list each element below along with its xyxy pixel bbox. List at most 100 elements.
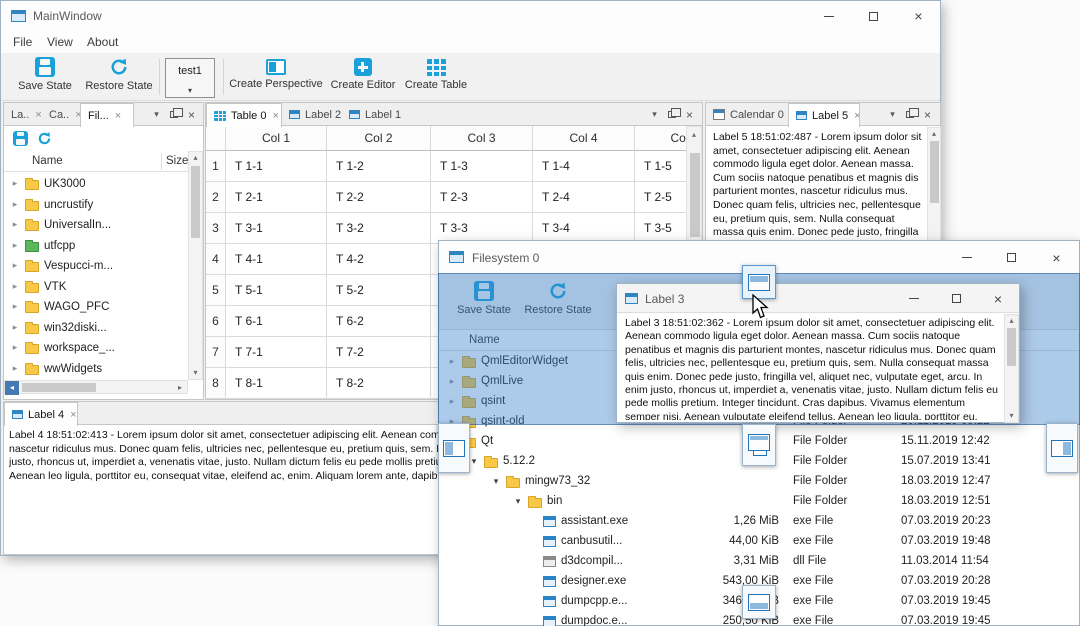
menu-view[interactable]: View [41,31,79,53]
scrollbar-thumb[interactable] [690,153,700,237]
table-cell[interactable]: T 1-5 [635,151,686,182]
chevron-right-icon[interactable]: ▸ [10,260,20,271]
fs-tree-row[interactable]: ▾ bin File Folder 18.03.2019 12:51 [439,491,1079,511]
close-icon[interactable]: × [854,110,859,122]
row-header[interactable]: 6 [206,306,226,337]
tree-item[interactable]: ▸ UniversalIn... [4,214,188,235]
create-editor-button[interactable]: Create Editor [327,57,399,91]
chevron-right-icon[interactable]: ▸ [10,219,20,230]
chevron-right-icon[interactable]: ▸ [10,322,20,333]
menu-about[interactable]: About [81,31,124,53]
table-cell[interactable]: T 2-3 [431,182,533,213]
scroll-up-icon[interactable]: ▴ [189,152,202,164]
tab-filesystem[interactable]: Fil... × [80,103,134,127]
close-button[interactable]: × [1034,241,1079,274]
tab-label2[interactable]: Label 2 [282,103,342,126]
vertical-scrollbar[interactable]: ▴ ▾ [188,151,203,380]
tabs-menu-button[interactable]: ▾ [884,106,901,123]
chevron-right-icon[interactable]: ▸ [10,301,20,312]
perspective-combo[interactable]: test1 ▾ [165,58,215,98]
column-header[interactable]: Col 5 [635,126,686,151]
tree-item[interactable]: ▸ win32diski... [4,317,188,338]
close-icon[interactable]: × [70,409,76,421]
scrollbar-thumb[interactable] [22,383,96,392]
table-cell[interactable]: T 2-5 [635,182,686,213]
scroll-up-icon[interactable]: ▴ [928,128,940,140]
save-state-button[interactable]: Save State [13,57,77,92]
table-cell[interactable]: T 1-4 [533,151,635,182]
maximize-button[interactable] [935,284,977,313]
save-state-icon[interactable] [13,131,28,146]
table-cell[interactable]: T 2-1 [226,182,327,213]
scroll-up-icon[interactable]: ▴ [687,129,701,141]
table-cell[interactable]: T 3-2 [327,213,431,244]
column-header[interactable]: Col 3 [431,126,533,151]
close-icon[interactable]: × [272,110,278,122]
fs-tree-row[interactable]: d3dcompil... 3,31 MiB dll File 11.03.2014 1… [439,551,1079,571]
chevron-right-icon[interactable]: ▸ [10,199,20,210]
fs-tree-row[interactable]: ▾ mingw73_32 File Folder 18.03.2019 12:47 [439,471,1079,491]
chevron-down-icon[interactable]: ▾ [469,456,479,467]
tab-calendar0[interactable]: Calendar 0 [706,103,788,126]
horizontal-scrollbar[interactable]: ◂ ▸ [4,380,188,395]
close-dock-button[interactable]: × [681,106,698,123]
tree-item[interactable]: ▸ Vespucci-m... [4,255,188,276]
minimize-button[interactable] [806,1,851,31]
chevron-down-icon[interactable]: ▾ [513,496,523,507]
close-icon[interactable]: × [35,109,41,121]
tab-calendar[interactable]: Ca.. × [42,103,80,126]
fs-tree-row[interactable]: canbusutil... 44,00 KiB exe File 07.03.2019… [439,531,1079,551]
column-header[interactable]: Col 2 [327,126,431,151]
table-cell[interactable]: T 5-2 [327,275,431,306]
table-cell[interactable]: T 4-2 [327,244,431,275]
fs-tree-row[interactable]: assistant.exe 1,26 MiB exe File 07.03.2019 … [439,511,1079,531]
close-dock-button[interactable]: × [183,106,200,123]
row-header[interactable]: 2 [206,182,226,213]
scrollbar-thumb[interactable] [191,166,200,238]
tree-item[interactable]: ▸ VTK [4,276,188,297]
table-cell[interactable]: T 1-2 [327,151,431,182]
column-name[interactable]: Name [32,155,63,167]
table-cell[interactable]: T 6-1 [226,306,327,337]
column-header[interactable]: Col 1 [226,126,327,151]
close-icon[interactable]: × [115,110,121,122]
main-titlebar[interactable]: MainWindow × [1,1,940,31]
float-dock-button[interactable] [663,106,681,123]
chevron-right-icon[interactable]: ▸ [10,178,20,189]
scroll-down-icon[interactable]: ▾ [189,367,202,379]
table-cell[interactable]: T 4-1 [226,244,327,275]
tree-item[interactable]: ▸ UK3000 [4,173,188,194]
chevron-right-icon[interactable]: ▸ [10,342,20,353]
chevron-right-icon[interactable]: ▸ [10,240,20,251]
table-cell[interactable]: T 1-1 [226,151,327,182]
tree-item[interactable]: ▸ uncrustify [4,194,188,215]
tree-item[interactable]: ▸ WAGO_PFC [4,296,188,317]
chevron-down-icon[interactable]: ▾ [491,476,501,487]
drop-indicator-bottom[interactable] [742,585,776,619]
scrollbar-thumb[interactable] [1007,328,1016,366]
close-button[interactable]: × [977,284,1019,313]
float-dock-button[interactable] [901,106,919,123]
tabs-menu-button[interactable]: ▾ [646,106,663,123]
maximize-button[interactable] [851,1,896,31]
table-cell[interactable]: T 7-2 [327,337,431,368]
row-header[interactable]: 1 [206,151,226,182]
scrollbar-thumb[interactable] [930,141,939,203]
scroll-right-icon[interactable]: ▸ [173,381,187,395]
close-dock-button[interactable]: × [919,106,936,123]
table-cell[interactable]: T 3-1 [226,213,327,244]
minimize-button[interactable] [893,284,935,313]
vertical-scrollbar[interactable]: ▴ ▾ [1004,314,1019,423]
drop-indicator-center[interactable] [742,424,776,466]
scroll-left-icon[interactable]: ◂ [5,381,19,395]
table-cell[interactable]: T 8-2 [327,368,431,399]
drop-indicator-left[interactable] [438,423,470,473]
table-cell[interactable]: T 2-4 [533,182,635,213]
menu-file[interactable]: File [7,31,38,53]
table-cell[interactable]: T 6-2 [327,306,431,337]
close-button[interactable]: × [896,1,941,31]
create-perspective-button[interactable]: Create Perspective [229,57,323,90]
table-cell[interactable]: T 8-1 [226,368,327,399]
maximize-button[interactable] [989,241,1034,274]
drop-indicator-right[interactable] [1046,423,1078,473]
